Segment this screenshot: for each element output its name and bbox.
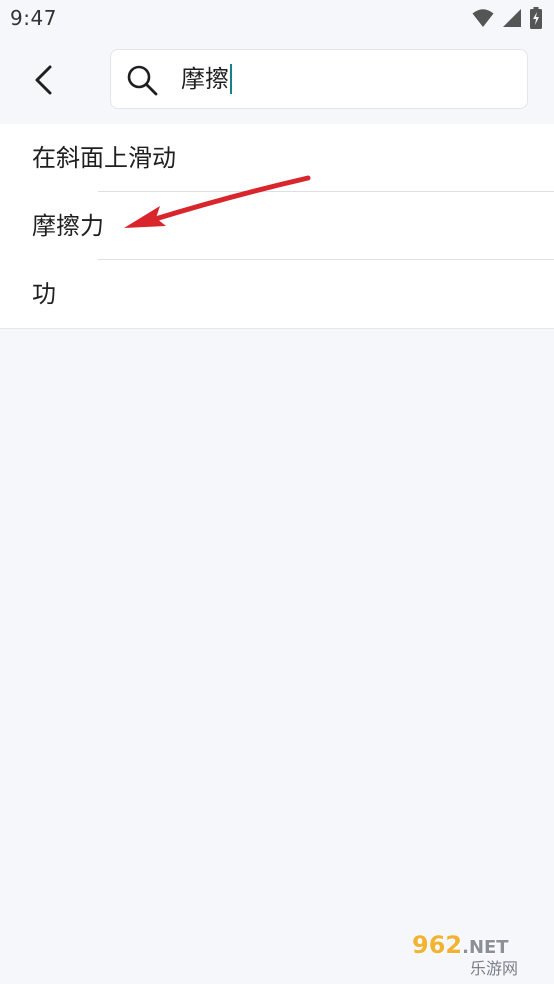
watermark-cn: 乐游网 [470,958,519,978]
signal-icon [502,8,522,32]
status-bar: 9:47 [0,0,554,38]
watermark-domain: .NET [462,936,509,958]
status-icons [472,7,542,33]
back-button[interactable] [22,58,66,102]
watermark-number: 962 [412,930,463,959]
search-input-value: 摩擦 [181,65,229,93]
list-item[interactable]: 功 [0,260,554,328]
search-box[interactable]: 摩擦 [110,49,528,109]
list-item[interactable]: 在斜面上滑动 [0,124,554,192]
status-time: 9:47 [10,6,57,30]
wifi-icon [472,8,494,32]
search-results-list: 在斜面上滑动 摩擦力 功 [0,124,554,329]
list-item-label: 功 [32,280,56,308]
list-item[interactable]: 摩擦力 [0,192,554,260]
list-item-label: 在斜面上滑动 [32,144,176,172]
text-caret [230,64,232,94]
search-icon [127,65,158,96]
watermark-top: 962.NET [412,933,509,960]
chevron-left-icon [35,65,52,95]
battery-charging-icon [530,7,542,33]
search-input[interactable]: 摩擦 [181,60,232,98]
search-header: 摩擦 [0,38,554,125]
watermark-logo: 962.NET 乐游网 [412,932,548,978]
list-item-label: 摩擦力 [32,212,104,240]
